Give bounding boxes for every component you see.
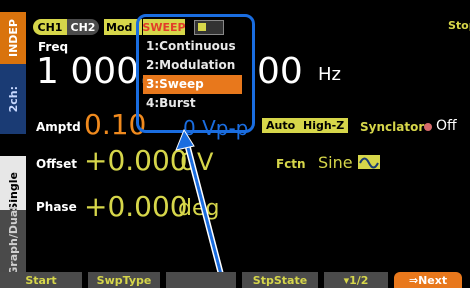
highz-badge[interactable]: High-Z (299, 118, 349, 133)
tab-indep[interactable]: INDEP (0, 12, 26, 64)
freq-value-right: 00 (257, 51, 303, 92)
softkey-start[interactable]: Start (0, 272, 82, 288)
softkey-bar: Start SwpType StpState ▾1/2 ⇒Next (0, 270, 470, 288)
tab-graph-dual-label: Graph/Dual (6, 206, 20, 276)
tab-2ch-label: 2ch: (6, 85, 20, 113)
tab-2ch[interactable]: 2ch: (0, 64, 26, 134)
menu-item-continuous[interactable]: 1:Continuous (143, 37, 242, 56)
menu-item-sweep[interactable]: 3:Sweep (143, 75, 242, 94)
ch1-button[interactable]: CH1 (33, 19, 67, 35)
status-label: Stop (448, 19, 470, 32)
softkey-blank[interactable] (166, 272, 236, 288)
synclator-indicator-icon (424, 123, 432, 131)
menu-item-burst[interactable]: 4:Burst (143, 94, 242, 113)
tab-graph-dual[interactable]: Graph/Dual (0, 206, 26, 276)
ch2-button[interactable]: CH2 (67, 19, 99, 35)
softkey-next[interactable]: ⇒Next (394, 272, 462, 288)
callout-arrow-icon (175, 128, 227, 287)
tab-single-label: Single (6, 171, 20, 211)
menu-item-modulation[interactable]: 2:Modulation (143, 56, 242, 75)
synclator-label: Synclator (360, 120, 425, 134)
amptd-label: Amptd (36, 120, 81, 134)
freq-unit: Hz (318, 64, 341, 85)
fctn-label: Fctn (276, 157, 306, 171)
phase-label: Phase (36, 200, 77, 214)
fctn-value[interactable]: Sine (318, 153, 353, 172)
synclator-state[interactable]: Off (436, 118, 457, 134)
auto-badge[interactable]: Auto (262, 118, 300, 133)
tab-indep-label: INDEP (6, 18, 20, 57)
softkey-page[interactable]: ▾1/2 (324, 272, 388, 288)
freq-value[interactable]: 1 000. (36, 51, 151, 92)
sine-wave-icon (358, 155, 380, 169)
offset-label: Offset (36, 157, 77, 171)
softkey-stpstate[interactable]: StpState (242, 272, 318, 288)
mode-popup-menu[interactable]: 1:Continuous 2:Modulation 3:Sweep 4:Burs… (143, 37, 242, 113)
softkey-swptype[interactable]: SwpType (88, 272, 160, 288)
